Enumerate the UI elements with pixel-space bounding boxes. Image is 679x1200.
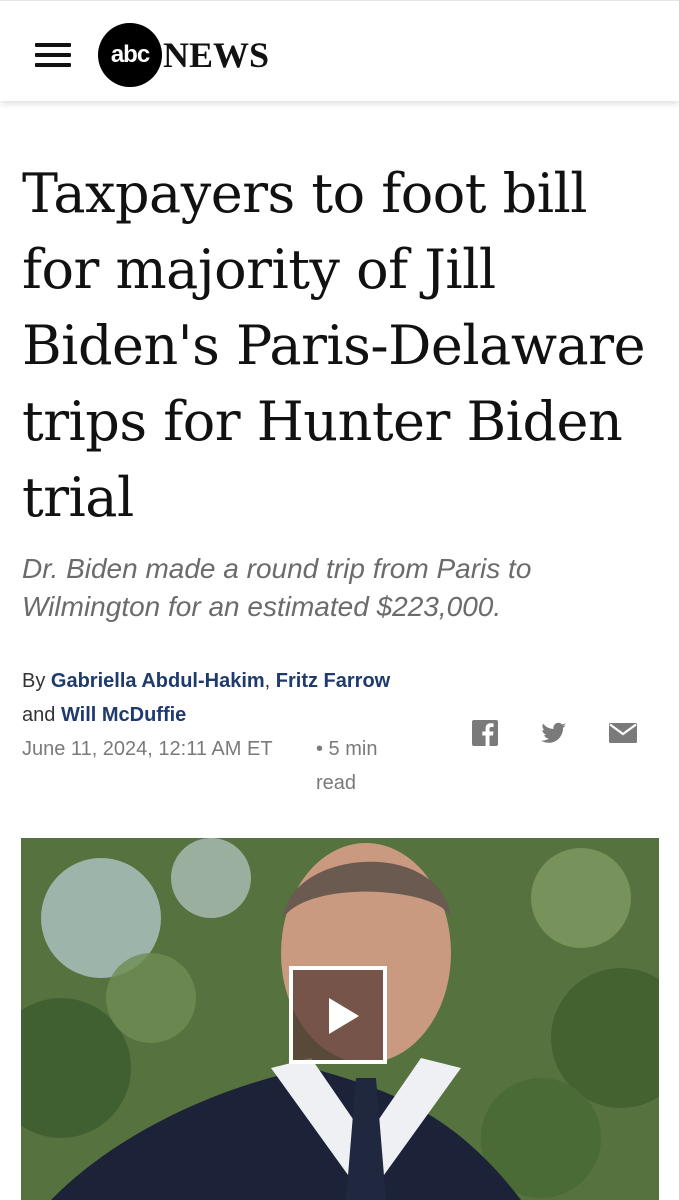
site-header: abc NEWS — [0, 0, 679, 101]
byline-prefix: By — [22, 670, 46, 692]
article-headline: Taxpayers to foot bill for majority of J… — [22, 162, 646, 529]
byline-and: and — [22, 704, 56, 726]
logo-circle: abc — [98, 23, 162, 87]
author-link-will-mcduffie[interactable]: Will McDuffie — [61, 704, 186, 726]
article-subheadline: Dr. Biden made a round trip from Paris t… — [22, 553, 532, 622]
byline-separator: , — [264, 670, 271, 692]
author-link-gabriella-abdul-hakim[interactable]: Gabriella Abdul-Hakim — [51, 670, 265, 692]
author-link-fritz-farrow[interactable]: Fritz Farrow — [276, 670, 390, 692]
play-button[interactable] — [289, 966, 387, 1064]
facebook-icon[interactable] — [470, 718, 500, 748]
hamburger-menu-icon[interactable] — [35, 43, 71, 69]
play-icon — [329, 998, 359, 1034]
lead-video[interactable] — [21, 838, 659, 1200]
email-icon[interactable] — [608, 718, 638, 748]
publish-date: June 11, 2024, 12:11 AM ET — [22, 738, 273, 760]
byline: By Gabriella Abdul-Hakim, Fritz Farrow a… — [22, 664, 402, 732]
twitter-icon[interactable] — [538, 718, 568, 748]
read-time: • 5 min read — [316, 738, 378, 794]
logo-text: NEWS — [163, 35, 270, 75]
abc-news-logo[interactable]: abc NEWS — [98, 23, 269, 87]
